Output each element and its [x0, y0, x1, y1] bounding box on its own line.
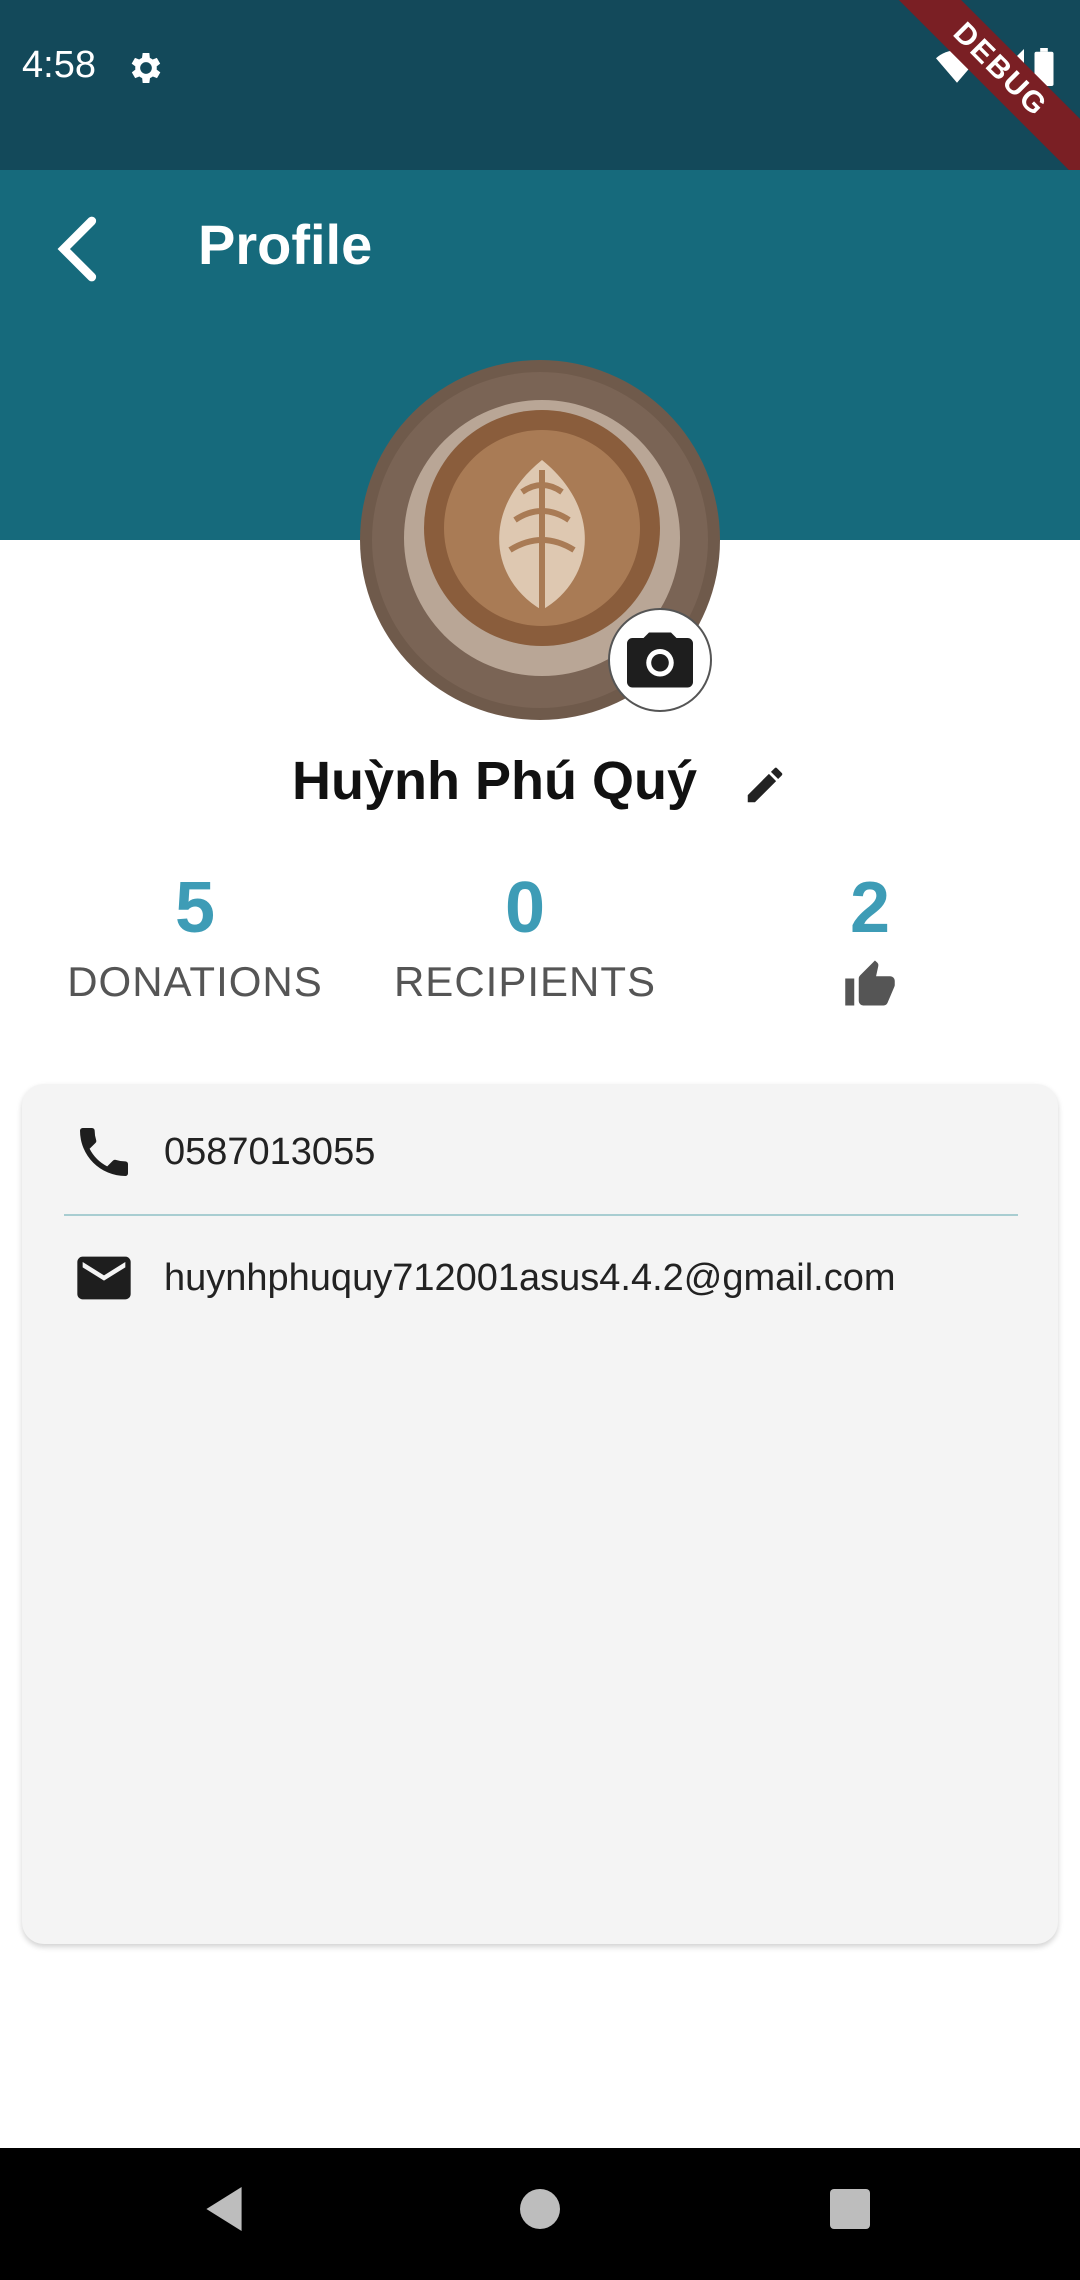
edit-pencil-icon[interactable]	[742, 762, 788, 808]
recipients-label: RECIPIENTS	[393, 958, 657, 1005]
debug-banner: DEBUG	[878, 0, 1080, 192]
nav-recents-icon[interactable]	[828, 2184, 872, 2234]
thumbs-up-icon	[845, 960, 895, 1006]
page-title: Profile	[198, 213, 373, 276]
likes-count: 2	[849, 868, 891, 948]
recipients-count: 0	[504, 868, 546, 948]
change-photo-button[interactable]	[608, 608, 712, 712]
donations-label: DONATIONS	[67, 958, 323, 1005]
divider	[64, 1214, 1018, 1216]
donations-count: 5	[174, 868, 216, 948]
profile-name: Huỳnh Phú Quý	[291, 751, 697, 811]
stat-recipients: 0 RECIPIENTS	[390, 868, 660, 1006]
email-row[interactable]: huynhphuquy712001asus4.4.2@gmail.com	[22, 1218, 1058, 1338]
contact-card: 0587013055 huynhphuquy712001asus4.4.2@gm…	[22, 1084, 1058, 1944]
nav-home-icon[interactable]	[518, 2184, 562, 2234]
stat-likes: 2	[770, 868, 970, 1018]
avatar-container	[360, 360, 720, 720]
phone-icon	[80, 1128, 128, 1176]
back-arrow-icon[interactable]	[46, 214, 106, 284]
nav-back-icon[interactable]	[202, 2184, 246, 2234]
camera-icon	[627, 632, 693, 688]
system-nav-bar	[0, 2148, 1080, 2280]
status-bar: 4:58 DEBUG	[0, 0, 1080, 192]
stat-donations: 5 DONATIONS	[60, 868, 330, 1006]
profile-name-row: Huỳnh Phú Quý	[0, 750, 1080, 812]
settings-gear-icon	[131, 53, 161, 83]
status-time: 4:58	[22, 44, 96, 86]
email-address: huynhphuquy712001asus4.4.2@gmail.com	[164, 1256, 896, 1299]
phone-number: 0587013055	[164, 1130, 376, 1173]
mail-icon	[77, 1256, 131, 1300]
phone-row[interactable]: 0587013055	[22, 1092, 1058, 1212]
